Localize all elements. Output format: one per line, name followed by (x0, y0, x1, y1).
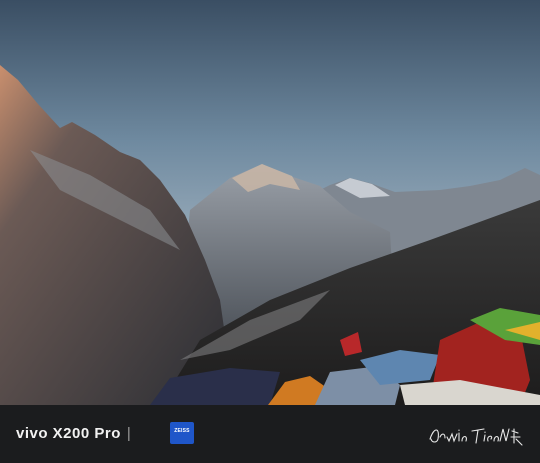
mountain-scene (0, 0, 540, 405)
zeiss-logo-text: ZEISS (174, 428, 190, 434)
zeiss-logo: ZEISS (170, 422, 194, 444)
brand-text: vivo X200 Pro (16, 425, 121, 442)
landscape-photo (0, 0, 540, 405)
camera-brand: vivo X200 Pro | (16, 425, 137, 442)
brand-separator: | (126, 425, 132, 442)
photographer-signature (429, 428, 523, 446)
camera-watermark-bar: vivo X200 Pro | ZEISS (0, 405, 540, 463)
